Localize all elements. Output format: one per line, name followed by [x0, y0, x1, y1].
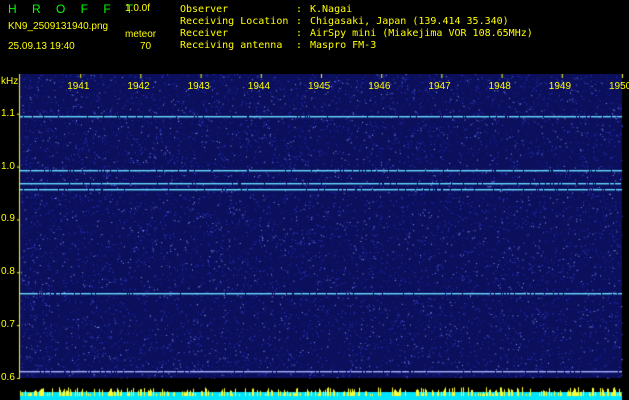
x-tick-label: 1948 — [488, 81, 511, 92]
info-antenna: Receiving antenna: Maspro FM-3 — [180, 41, 376, 51]
info-value: Chigasaki, Japan (139.414 35.340) — [310, 16, 509, 27]
info-observer: Observer: K.Nagai — [180, 5, 352, 15]
y-tick-label: 1.0 — [1, 160, 15, 172]
app-title: H R O F F T — [8, 2, 140, 16]
spectrogram-panel: kHz 1.1 1.0 0.9 0.8 0.7 0.6 1941 1942 1943 1944 1… — [0, 74, 629, 400]
filename-label: KN9_2509131940.png — [8, 21, 109, 32]
count-label: 70 — [140, 41, 152, 52]
x-tick-label: 1949 — [548, 81, 572, 92]
info-location: Receiving Location: Chigasaki, Japan (139… — [180, 17, 509, 27]
info-value: Maspro FM-3 — [310, 40, 377, 51]
software-label: meteor — [125, 29, 157, 40]
info-key: Receiver — [180, 28, 229, 39]
info-key: Receiving Location — [180, 16, 289, 27]
x-tick-label: 1950 — [609, 81, 629, 92]
info-sep: : — [296, 4, 303, 15]
version-label: 1.0.0f — [125, 3, 151, 14]
y-tick-label: 0.6 — [1, 372, 15, 383]
x-tick-label: 1944 — [247, 81, 271, 92]
y-tick-label: 1.1 — [1, 107, 15, 119]
y-axis-unit-label: kHz — [1, 76, 19, 87]
info-key: Receiving antenna — [180, 40, 283, 51]
x-tick-label: 1943 — [187, 81, 210, 92]
info-sep: : — [296, 28, 303, 39]
y-tick-label: 0.7 — [1, 319, 15, 331]
y-tick-label: 0.9 — [1, 213, 15, 225]
info-sep: : — [296, 16, 303, 27]
x-tick-label: 1941 — [67, 81, 90, 92]
info-key: Observer — [180, 4, 229, 15]
x-tick-label: 1942 — [127, 81, 150, 92]
header-panel: H R O F F T 1.0.0f KN9_2509131940.png me… — [0, 0, 629, 74]
x-tick-label: 1947 — [428, 81, 451, 92]
datetime-label: 25.09.13 19:40 — [8, 41, 75, 52]
x-tick-label: 1945 — [308, 81, 331, 92]
info-sep: : — [296, 40, 303, 51]
info-value: K.Nagai — [310, 4, 353, 15]
info-value: AirSpy mini (Miakejima VOR 108.65MHz) — [310, 28, 533, 39]
info-receiver: Receiver: AirSpy mini (Miakejima VOR 108.… — [180, 29, 533, 39]
y-tick-label: 0.8 — [1, 266, 15, 278]
spectrogram-canvas — [0, 74, 629, 400]
x-tick-label: 1946 — [368, 81, 391, 92]
